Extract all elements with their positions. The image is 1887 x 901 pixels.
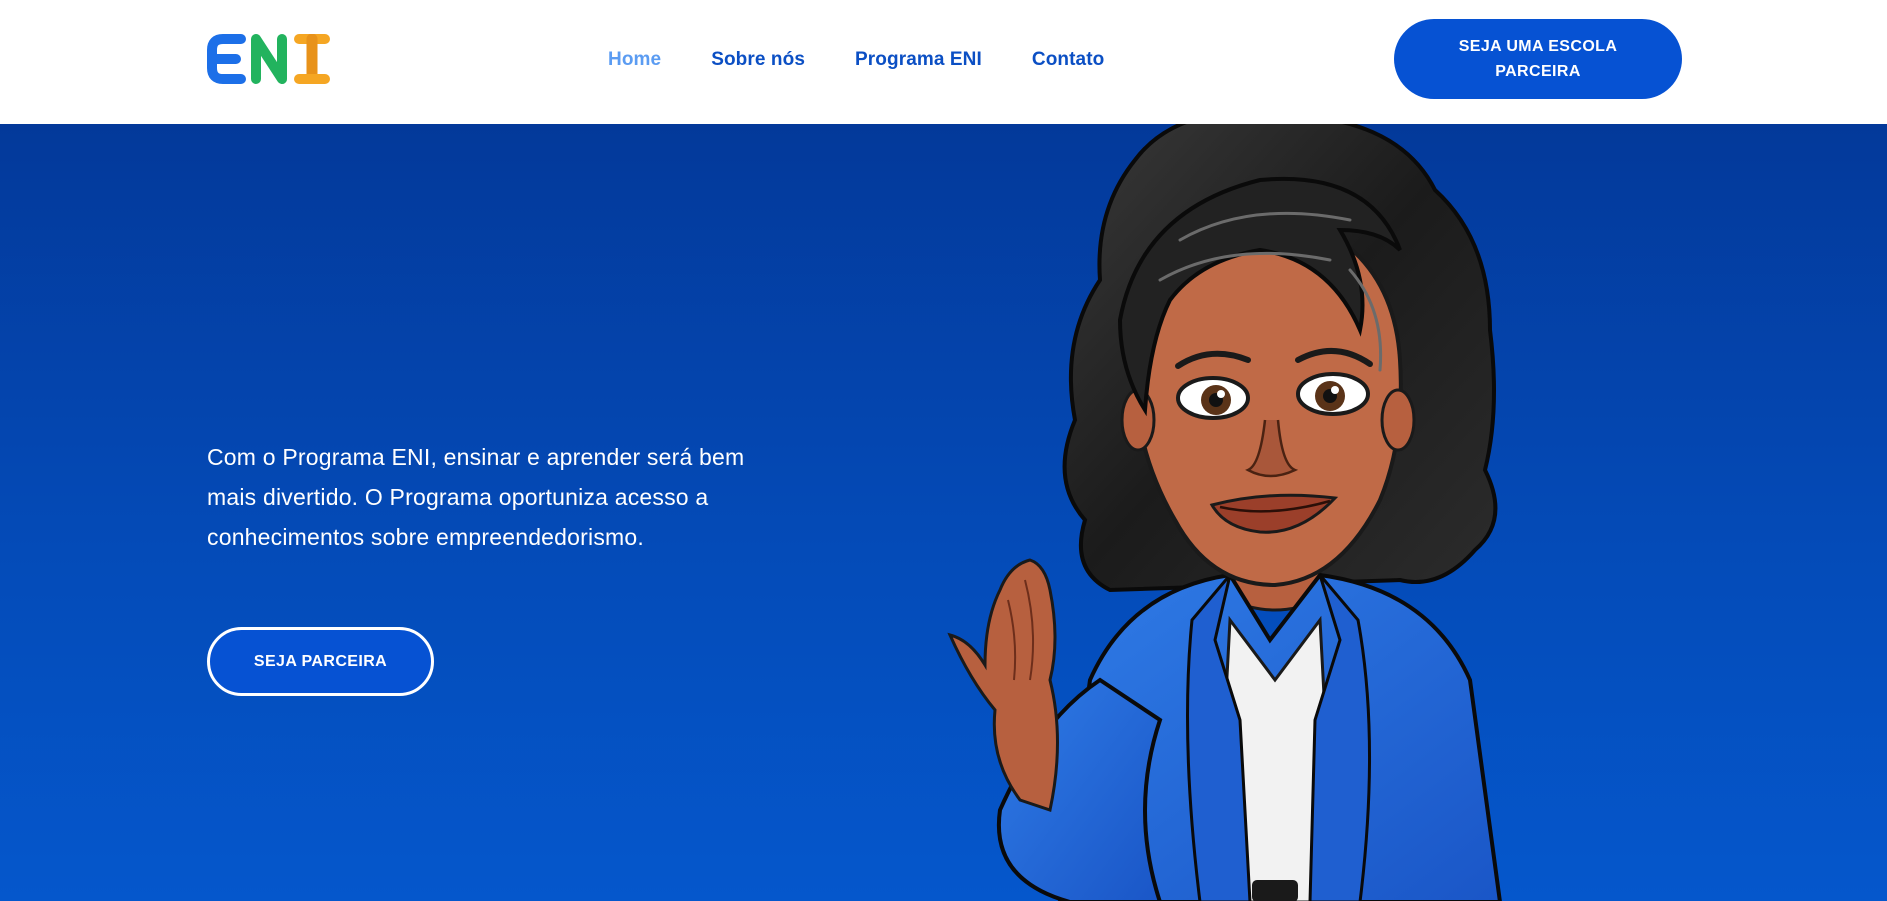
nav-link-home[interactable]: Home (608, 49, 661, 71)
nav-link-programa-eni[interactable]: Programa ENI (855, 49, 982, 71)
main-nav: Home Sobre nós Programa ENI Contato (608, 0, 1154, 119)
hero-section: Com o Programa ENI, ensinar e aprender s… (0, 124, 1887, 901)
nav-link-contato[interactable]: Contato (1032, 49, 1104, 71)
hero-description: Com o Programa ENI, ensinar e aprender s… (207, 444, 745, 550)
eni-logo[interactable] (207, 33, 333, 85)
cartoon-woman-waving-illustration (947, 124, 1502, 901)
site-header: Home Sobre nós Programa ENI Contato SEJA… (0, 0, 1887, 124)
nav-link-sobre-nos[interactable]: Sobre nós (711, 49, 805, 71)
become-partner-school-button[interactable]: SEJA UMA ESCOLA PARCEIRA (1394, 19, 1682, 99)
become-partner-button[interactable]: SEJA PARCEIRA (207, 627, 434, 696)
eni-logo-icon (207, 33, 330, 85)
